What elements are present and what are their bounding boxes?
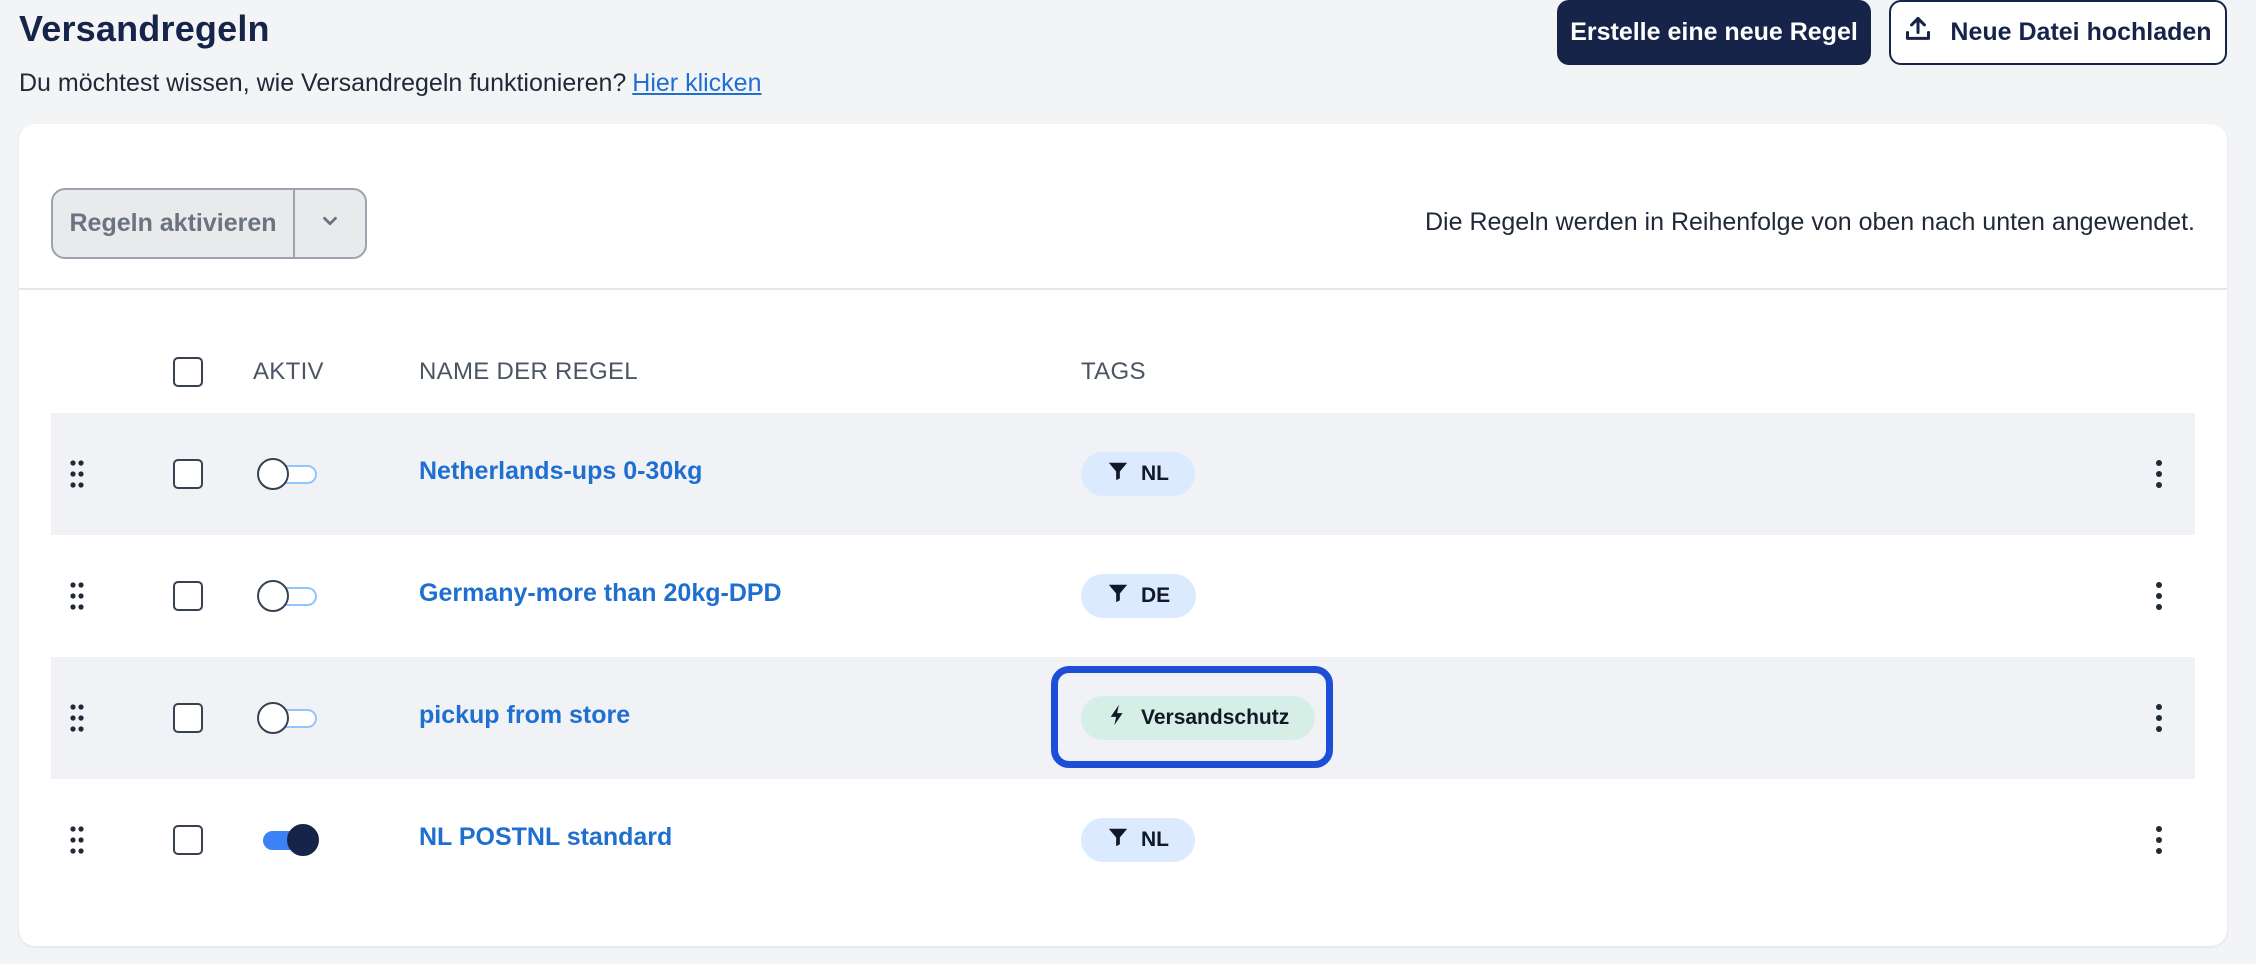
activate-rules-split-button[interactable]: Regeln aktivieren <box>51 188 367 259</box>
table-row: NL POSTNL standard NL <box>51 779 2195 901</box>
drag-handle-icon[interactable] <box>69 581 85 611</box>
tag-badge: NL <box>1081 818 1195 862</box>
tag-badge: Versandschutz <box>1081 696 1316 740</box>
more-options-icon[interactable] <box>2151 578 2167 614</box>
toggle-knob <box>257 702 289 734</box>
create-rule-button[interactable]: Erstelle eine neue Regel <box>1557 0 1871 65</box>
select-all-checkbox[interactable] <box>173 357 203 387</box>
rule-name-link[interactable]: NL POSTNL standard <box>419 823 672 852</box>
drag-handle-icon[interactable] <box>69 459 85 489</box>
filter-icon <box>1107 826 1129 854</box>
subtitle-text: Du möchtest wissen, wie Versandregeln fu… <box>19 69 627 97</box>
rule-name-link[interactable]: pickup from store <box>419 701 630 730</box>
table-header: AKTIV NAME DER REGEL TAGS <box>51 290 2195 413</box>
upload-icon <box>1904 15 1932 50</box>
activate-rules-button[interactable]: Regeln aktivieren <box>53 190 295 257</box>
tag-label: NL <box>1141 828 1169 851</box>
row-checkbox[interactable] <box>173 703 203 733</box>
tag-badge: DE <box>1081 574 1197 618</box>
table-row: Germany-more than 20kg-DPD DE <box>51 535 2195 657</box>
more-options-icon[interactable] <box>2151 700 2167 736</box>
row-checkbox[interactable] <box>173 825 203 855</box>
active-toggle[interactable] <box>257 458 321 490</box>
table-row: Netherlands-ups 0-30kg NL <box>51 413 2195 535</box>
page-subtitle: Du möchtest wissen, wie Versandregeln fu… <box>19 69 761 98</box>
rule-name-link[interactable]: Netherlands-ups 0-30kg <box>419 457 702 486</box>
card-toolbar: Regeln aktivieren Die Regeln werden in R… <box>19 124 2227 290</box>
active-toggle[interactable] <box>257 580 321 612</box>
toggle-knob <box>257 458 289 490</box>
active-toggle[interactable] <box>257 824 321 856</box>
filter-icon <box>1107 582 1129 610</box>
toggle-knob <box>257 580 289 612</box>
page-title: Versandregeln <box>19 8 270 49</box>
more-options-icon[interactable] <box>2151 456 2167 492</box>
column-header-active: AKTIV <box>253 358 324 385</box>
tag-label: Versandschutz <box>1141 706 1290 729</box>
rules-card: Regeln aktivieren Die Regeln werden in R… <box>19 124 2227 946</box>
tag-label: NL <box>1141 462 1169 485</box>
bolt-icon <box>1107 704 1129 732</box>
more-options-icon[interactable] <box>2151 822 2167 858</box>
column-header-name: NAME DER REGEL <box>419 358 638 385</box>
filter-icon <box>1107 460 1129 488</box>
help-link[interactable]: Hier klicken <box>632 69 761 97</box>
active-toggle[interactable] <box>257 702 321 734</box>
drag-handle-icon[interactable] <box>69 825 85 855</box>
order-info-text: Die Regeln werden in Reihenfolge von obe… <box>1424 208 2195 236</box>
shipping-rules-page: Versandregeln Du möchtest wissen, wie Ve… <box>0 0 2256 964</box>
column-header-tags: TAGS <box>1081 358 1146 385</box>
rule-name-link[interactable]: Germany-more than 20kg-DPD <box>419 579 782 608</box>
activate-rules-dropdown[interactable] <box>295 190 365 257</box>
upload-file-button[interactable]: Neue Datei hochladen <box>1889 0 2227 65</box>
drag-handle-icon[interactable] <box>69 703 85 733</box>
table-row: pickup from store Versandschutz <box>51 657 2195 779</box>
tag-badge: NL <box>1081 452 1195 496</box>
row-checkbox[interactable] <box>173 459 203 489</box>
rules-table: AKTIV NAME DER REGEL TAGS Netherlands-up… <box>51 290 2195 901</box>
chevron-down-icon <box>319 210 341 237</box>
upload-button-label: Neue Datei hochladen <box>1950 18 2212 46</box>
row-checkbox[interactable] <box>173 581 203 611</box>
tag-label: DE <box>1141 584 1171 607</box>
toggle-knob <box>287 824 319 856</box>
